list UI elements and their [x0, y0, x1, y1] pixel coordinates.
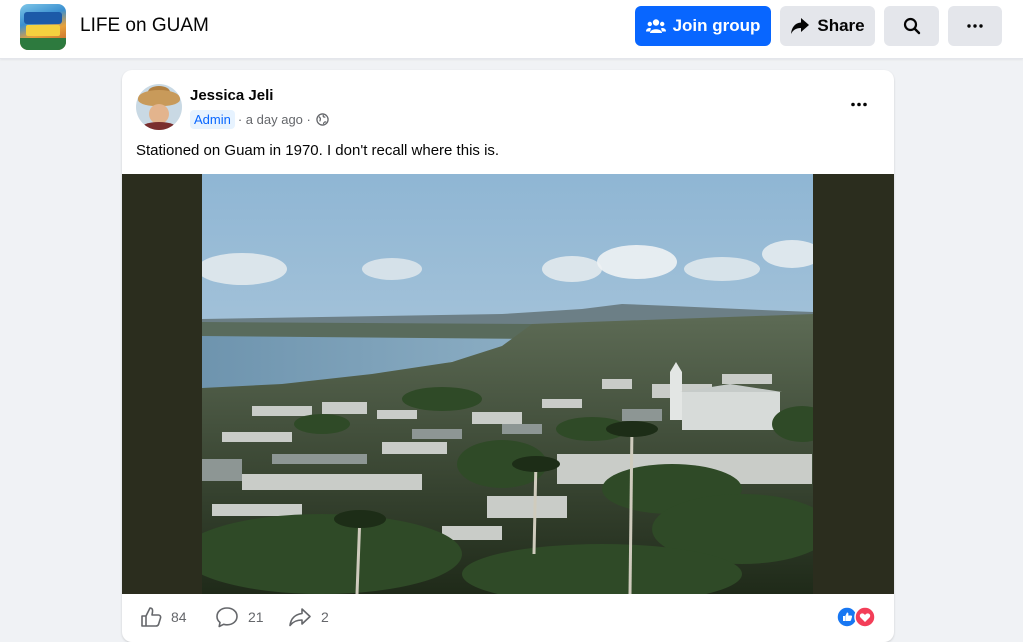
- more-dots-icon: [851, 102, 867, 106]
- people-icon: [645, 19, 666, 33]
- join-group-label: Join group: [672, 16, 761, 35]
- share-post-button[interactable]: 2: [288, 603, 329, 631]
- like-count: 84: [171, 609, 187, 625]
- share-count: 2: [321, 609, 329, 625]
- post-photo-frame[interactable]: [122, 174, 894, 594]
- comment-button[interactable]: 21: [215, 603, 264, 631]
- comment-bubble-icon: [216, 607, 238, 628]
- share-group-label: Share: [817, 16, 865, 35]
- group-name[interactable]: LIFE on GUAM: [80, 15, 209, 37]
- share-group-button[interactable]: Share: [780, 6, 875, 46]
- search-button[interactable]: [884, 6, 939, 46]
- group-cover-thumbnail[interactable]: [20, 4, 66, 50]
- share-outline-icon: [289, 608, 311, 627]
- like-button[interactable]: 84: [140, 603, 187, 631]
- more-dots-icon: [967, 24, 983, 28]
- more-options-button[interactable]: [948, 6, 1002, 46]
- post-timestamp[interactable]: · a day ago ·: [238, 112, 311, 127]
- globe-icon: [316, 112, 329, 126]
- admin-badge[interactable]: Admin: [190, 109, 235, 129]
- group-header: LIFE on GUAM Join group Share: [0, 0, 1023, 59]
- author-avatar[interactable]: [136, 84, 182, 130]
- join-group-button[interactable]: Join group: [635, 6, 771, 46]
- post-actions-bar: 84 21 2: [122, 594, 894, 642]
- post-card: Jessica Jeli Admin · a day ago · Station…: [122, 70, 894, 642]
- reaction-icons[interactable]: [836, 606, 880, 628]
- author-name[interactable]: Jessica Jeli: [190, 87, 273, 104]
- harbor-town-photo: [202, 174, 813, 594]
- post-more-options-button[interactable]: [844, 94, 874, 114]
- post-meta: Admin · a day ago ·: [190, 109, 329, 129]
- post-photo[interactable]: [202, 174, 813, 594]
- search-icon: [903, 17, 920, 35]
- share-arrow-icon: [791, 18, 810, 34]
- post-text: Stationed on Guam in 1970. I don't recal…: [136, 142, 500, 159]
- thumbs-up-icon: [141, 607, 162, 627]
- comment-count: 21: [248, 609, 264, 625]
